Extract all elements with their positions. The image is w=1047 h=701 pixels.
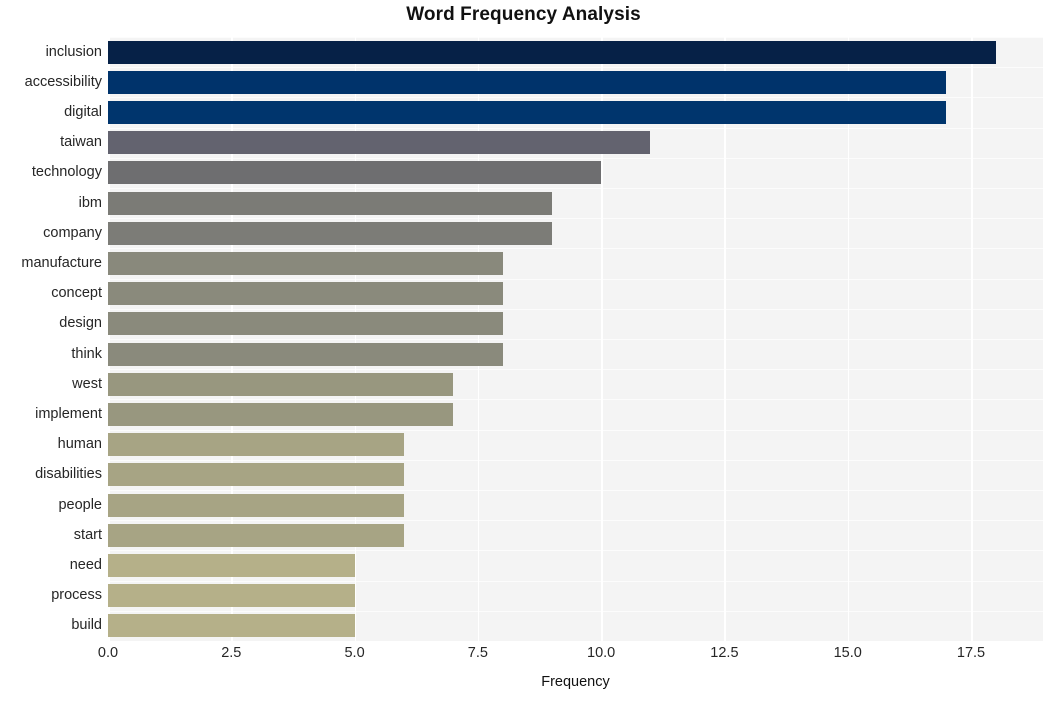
bar <box>108 342 503 366</box>
y-tick-label: design <box>59 315 102 332</box>
y-tick-label: ibm <box>78 194 102 211</box>
bar <box>108 433 404 457</box>
y-gridline <box>108 610 1043 612</box>
y-axis: inclusion accessibility digital taiwan techn… <box>0 37 102 641</box>
y-gridline <box>108 278 1043 280</box>
y-tick-label: think <box>71 345 102 362</box>
y-tick-label: people <box>58 496 102 513</box>
x-tick-label: 0.0 <box>97 645 119 661</box>
bar <box>108 40 996 64</box>
y-tick-label: build <box>71 617 102 634</box>
bar <box>108 101 947 124</box>
y-gridline <box>108 308 1043 310</box>
y-tick-label: digital <box>64 104 102 120</box>
y-gridline <box>108 520 1043 522</box>
bar <box>108 523 404 547</box>
bar <box>108 372 454 396</box>
y-gridline <box>108 248 1043 250</box>
y-tick-label: inclusion <box>45 43 102 60</box>
plot-area <box>108 37 1043 641</box>
y-gridline <box>108 369 1043 371</box>
y-gridline <box>108 429 1043 431</box>
y-tick-label: taiwan <box>60 134 102 151</box>
x-tick-label: 10.0 <box>587 645 616 661</box>
y-tick-label: process <box>51 587 102 604</box>
bar <box>108 221 552 245</box>
y-gridline <box>108 188 1043 189</box>
y-tick-label: disabilities <box>35 466 102 483</box>
bar <box>108 131 651 155</box>
y-tick-label: accessibility <box>24 73 102 90</box>
x-axis-title: Frequency <box>541 674 610 690</box>
y-gridline <box>108 218 1043 220</box>
bar <box>108 463 404 487</box>
y-tick-label: start <box>73 526 102 543</box>
x-axis-tick-labels: 0.0 2.5 5.0 7.5 10.0 12.5 15.0 17.5 <box>0 645 1047 669</box>
y-tick-label: human <box>57 436 102 453</box>
x-tick-label: 5.0 <box>344 645 365 661</box>
y-gridline <box>108 67 1043 69</box>
bar <box>108 312 503 336</box>
y-tick-label: need <box>69 557 102 573</box>
y-gridline <box>108 399 1043 401</box>
x-tick-label: 7.5 <box>467 645 488 661</box>
y-gridline <box>108 550 1043 552</box>
bar <box>108 252 503 275</box>
y-gridline <box>108 490 1043 491</box>
y-tick-label: company <box>43 224 102 241</box>
y-gridline <box>108 459 1043 461</box>
x-tick-label: 2.5 <box>221 645 242 661</box>
bar <box>108 554 355 577</box>
chart-title: Word Frequency Analysis <box>406 4 641 25</box>
bar <box>108 614 355 638</box>
y-tick-label: manufacture <box>21 255 102 271</box>
y-tick-label: concept <box>51 285 102 302</box>
y-gridline <box>108 127 1043 129</box>
x-tick-label: 17.5 <box>956 645 986 661</box>
y-gridline <box>108 339 1043 340</box>
bar <box>108 493 404 517</box>
y-gridline <box>108 37 1043 38</box>
y-tick-label: implement <box>35 406 102 422</box>
bar <box>108 70 947 94</box>
x-tick-label: 12.5 <box>710 645 739 661</box>
bar <box>108 161 602 185</box>
y-gridline <box>108 157 1043 159</box>
bar <box>108 403 454 426</box>
bar <box>108 584 355 608</box>
bar <box>108 191 552 215</box>
y-gridline <box>108 580 1043 582</box>
y-gridline <box>108 97 1043 99</box>
y-tick-label: west <box>72 375 102 392</box>
y-tick-label: technology <box>31 164 102 181</box>
bar <box>108 282 503 306</box>
word-frequency-bar-chart: Word Frequency Analysis inclusion accessi… <box>0 0 1047 701</box>
x-tick-label: 15.0 <box>833 645 862 661</box>
